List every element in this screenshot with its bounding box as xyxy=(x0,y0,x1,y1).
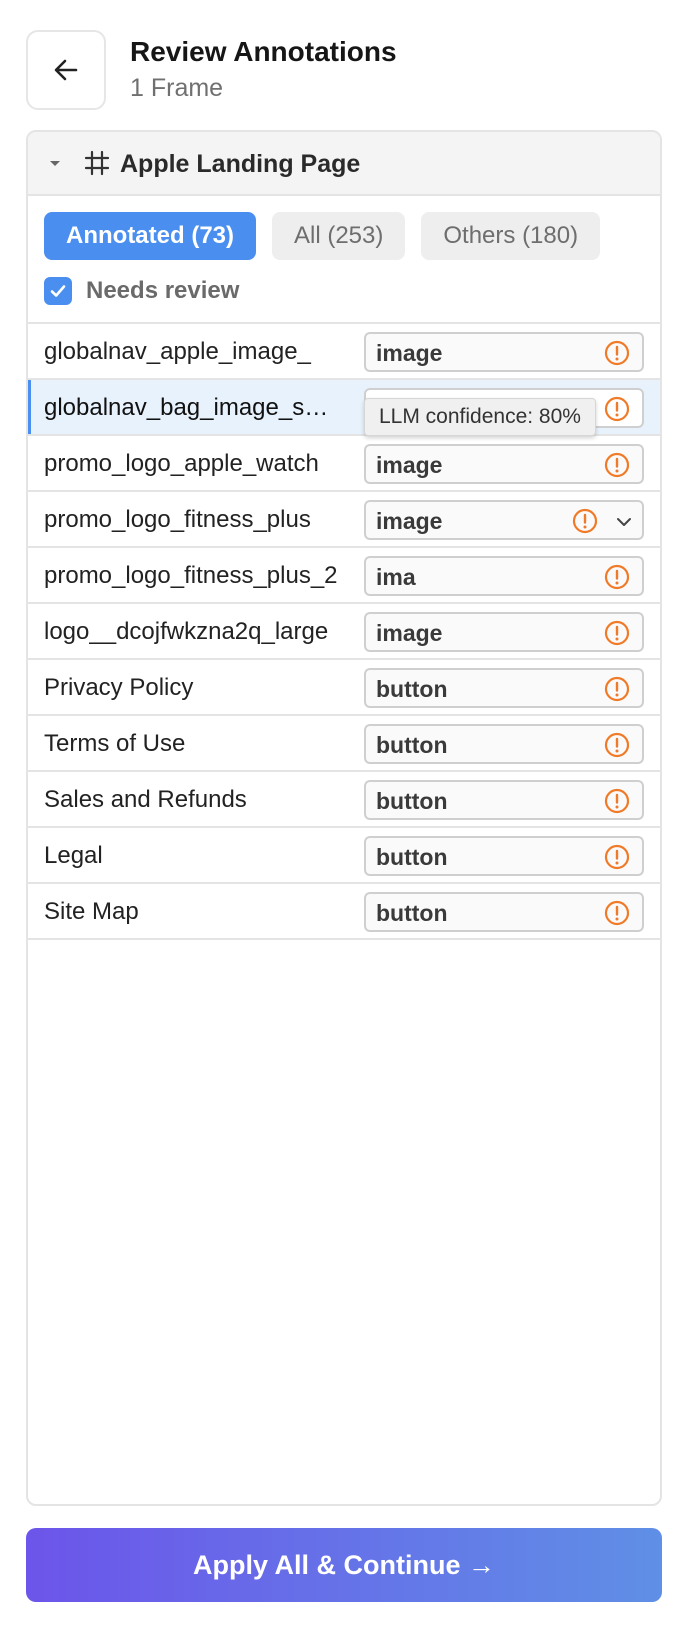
element-type-value: button xyxy=(376,788,448,814)
element-type-select[interactable]: button xyxy=(364,892,644,932)
tab-annotated[interactable]: Annotated (73) xyxy=(44,212,256,260)
needs-review-label: Needs review xyxy=(86,277,240,304)
needs-review-filter[interactable]: Needs review xyxy=(44,276,239,306)
warning-icon[interactable] xyxy=(604,788,630,814)
element-name: Legal xyxy=(44,842,103,869)
element-name: globalnav_bag_image_small xyxy=(44,394,344,421)
element-type-select[interactable]: ima xyxy=(364,556,644,596)
element-type-value: image xyxy=(376,452,443,478)
apply-all-button[interactable]: Apply All & Continue → xyxy=(26,1528,662,1602)
frame-header[interactable]: Apple Landing Page xyxy=(28,132,660,196)
element-type-value: button xyxy=(376,844,448,870)
element-type-value: ima xyxy=(376,564,416,590)
header: Review Annotations 1 Frame xyxy=(26,30,662,110)
element-type-value: button xyxy=(376,676,448,702)
warning-icon[interactable] xyxy=(604,732,630,758)
filter-tabs: Annotated (73) All (253) Others (180) xyxy=(44,212,601,260)
tab-all[interactable]: All (253) xyxy=(272,212,406,260)
table-row[interactable]: globalnav_apple_image_ image xyxy=(28,324,660,380)
element-name: Site Map xyxy=(44,898,139,925)
table-row[interactable]: Site Map button xyxy=(28,884,660,940)
element-name: Terms of Use xyxy=(44,730,186,757)
confidence-tooltip: LLM confidence: 80% xyxy=(364,398,596,436)
needs-review-checkbox[interactable] xyxy=(44,277,72,305)
warning-icon[interactable] xyxy=(604,676,630,702)
element-type-value: button xyxy=(376,900,448,926)
table-row[interactable]: promo_logo_fitness_plus_2 ima xyxy=(28,548,660,604)
element-type-value: image xyxy=(376,508,443,534)
chevron-down-icon[interactable] xyxy=(614,512,634,537)
frame-count: 1 Frame xyxy=(130,74,224,102)
arrow-left-icon xyxy=(54,59,78,81)
element-type-select[interactable]: image xyxy=(364,444,644,484)
table-row[interactable]: Terms of Use button xyxy=(28,716,660,772)
element-name: promo_logo_fitness_plus_2 xyxy=(44,562,338,589)
table-row[interactable]: logo__dcojfwkzna2q_large image xyxy=(28,604,660,660)
table-row[interactable]: Legal button xyxy=(28,828,660,884)
warning-icon[interactable] xyxy=(604,452,630,478)
warning-icon[interactable] xyxy=(604,900,630,926)
page-title: Review Annotations xyxy=(130,36,397,67)
warning-icon[interactable] xyxy=(604,564,630,590)
element-name: logo__dcojfwkzna2q_large xyxy=(44,618,329,645)
element-name: Privacy Policy xyxy=(44,674,194,701)
frame-panel: Apple Landing Page Annotated (73) All (2… xyxy=(26,130,662,1506)
frame-icon xyxy=(84,150,110,176)
table-row[interactable]: promo_logo_fitness_plus image xyxy=(28,492,660,548)
element-name: globalnav_apple_image_ xyxy=(44,338,311,365)
element-type-select[interactable]: image xyxy=(364,332,644,372)
element-type-value: image xyxy=(376,340,443,366)
element-type-value: image xyxy=(376,620,443,646)
element-type-select[interactable]: button xyxy=(364,780,644,820)
warning-icon[interactable] xyxy=(604,620,630,646)
tab-others[interactable]: Others (180) xyxy=(421,212,601,260)
element-type-select[interactable]: image xyxy=(364,612,644,652)
element-type-select[interactable]: button xyxy=(364,724,644,764)
warning-icon[interactable] xyxy=(572,508,598,534)
table-row[interactable]: promo_logo_apple_watch image xyxy=(28,436,660,492)
element-type-select[interactable]: button xyxy=(364,668,644,708)
element-type-select[interactable]: button xyxy=(364,836,644,876)
element-type-select[interactable]: image xyxy=(364,500,644,540)
element-name: Sales and Refunds xyxy=(44,786,247,813)
table-row[interactable]: Privacy Policy button xyxy=(28,660,660,716)
element-name: promo_logo_apple_watch xyxy=(44,450,319,477)
warning-icon[interactable] xyxy=(604,844,630,870)
back-button[interactable] xyxy=(26,30,106,110)
table-row[interactable]: Sales and Refunds button xyxy=(28,772,660,828)
frame-title: Apple Landing Page xyxy=(120,150,361,178)
warning-icon[interactable] xyxy=(604,396,630,422)
element-name: promo_logo_fitness_plus xyxy=(44,506,311,533)
warning-icon[interactable] xyxy=(604,340,630,366)
check-icon xyxy=(50,285,66,297)
element-type-value: button xyxy=(376,732,448,758)
caret-down-icon[interactable] xyxy=(48,158,62,168)
